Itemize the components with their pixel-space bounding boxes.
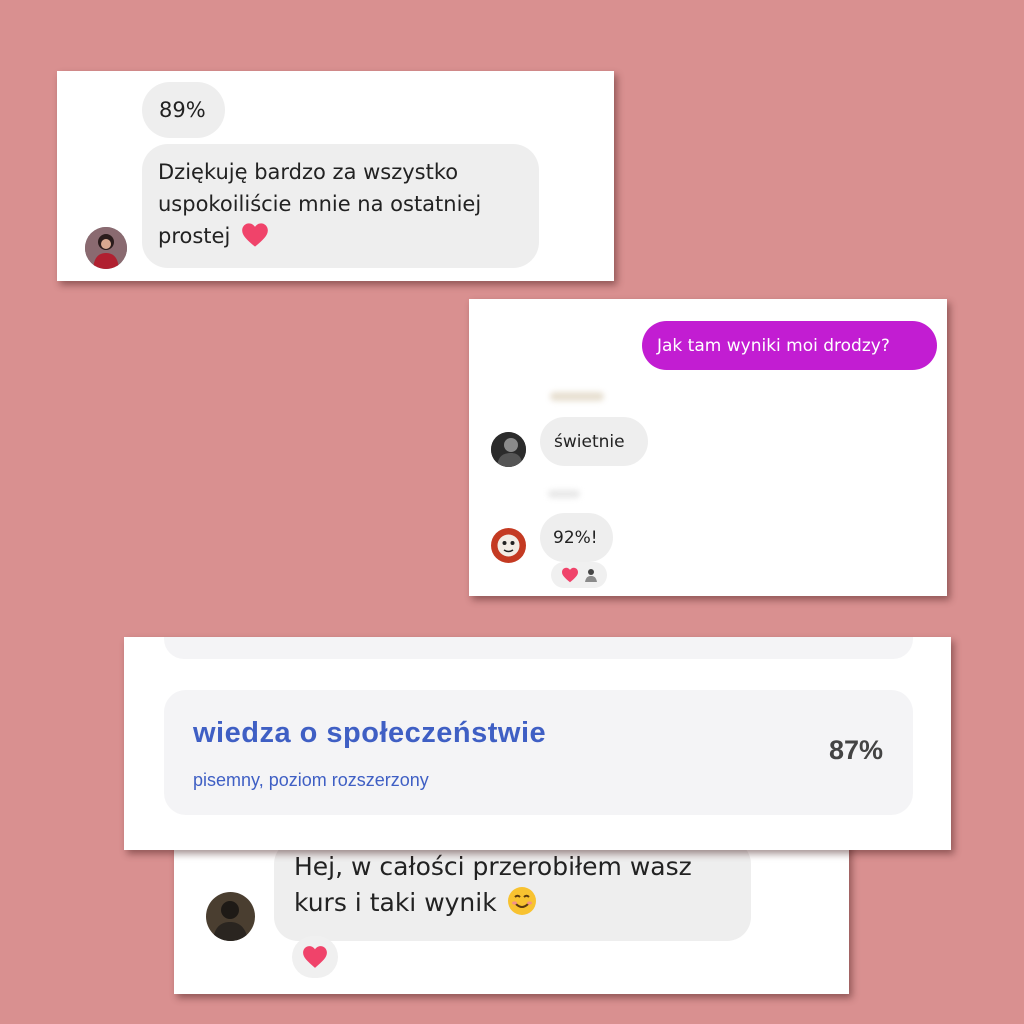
message-text: 89% xyxy=(159,98,206,122)
subject-title: wiedza o społeczeństwie xyxy=(193,717,547,749)
message-line: uspokoiliście mnie na ostatniej xyxy=(158,192,482,216)
message-line: prostej xyxy=(158,224,231,248)
message-bubble-reply[interactable]: świetnie xyxy=(540,417,648,466)
message-bubble-score[interactable]: 92%! xyxy=(540,513,613,562)
message-line: Hej, w całości przerobiłem wasz xyxy=(294,852,692,881)
sender-name xyxy=(548,490,580,498)
heart-icon xyxy=(561,567,578,583)
result-card: wiedza o społeczeństwie pisemny, poziom … xyxy=(124,637,951,850)
message-line: kurs i taki wynik xyxy=(294,888,497,917)
message-bubble-course[interactable]: Hej, w całości przerobiłem wasz kurs i t… xyxy=(274,840,751,941)
avatar[interactable] xyxy=(491,528,526,563)
message-text: 92%! xyxy=(553,528,598,548)
avatar[interactable] xyxy=(491,432,526,467)
heart-icon xyxy=(242,223,268,247)
chat-card-2: Jak tam wyniki moi drodzy? świetnie 92%! xyxy=(469,299,947,596)
result-row[interactable]: wiedza o społeczeństwie pisemny, poziom … xyxy=(164,690,913,815)
score-value: 87% xyxy=(828,735,883,765)
previous-result-row xyxy=(164,637,913,659)
avatar[interactable] xyxy=(85,227,127,269)
chat-card-1: 89% Dziękuję bardzo za wszystko uspokoil… xyxy=(57,71,614,281)
heart-icon xyxy=(303,946,327,968)
person-icon xyxy=(584,569,597,582)
message-bubble-thanks[interactable]: Dziękuję bardzo za wszystko uspokoiliści… xyxy=(142,144,539,268)
message-text: Jak tam wyniki moi drodzy? xyxy=(657,336,890,356)
message-bubble-percent[interactable]: 89% xyxy=(142,82,225,138)
sender-name xyxy=(550,392,604,401)
message-text: świetnie xyxy=(554,432,625,452)
smiling-face-icon xyxy=(507,887,536,915)
reaction-badge[interactable] xyxy=(551,562,607,588)
outgoing-message-bubble[interactable]: Jak tam wyniki moi drodzy? xyxy=(642,321,937,370)
reaction-badge[interactable] xyxy=(292,936,338,978)
message-line: Dziękuję bardzo za wszystko xyxy=(158,160,459,184)
avatar[interactable] xyxy=(206,892,255,941)
exam-level: pisemny, poziom rozszerzony xyxy=(193,770,429,790)
